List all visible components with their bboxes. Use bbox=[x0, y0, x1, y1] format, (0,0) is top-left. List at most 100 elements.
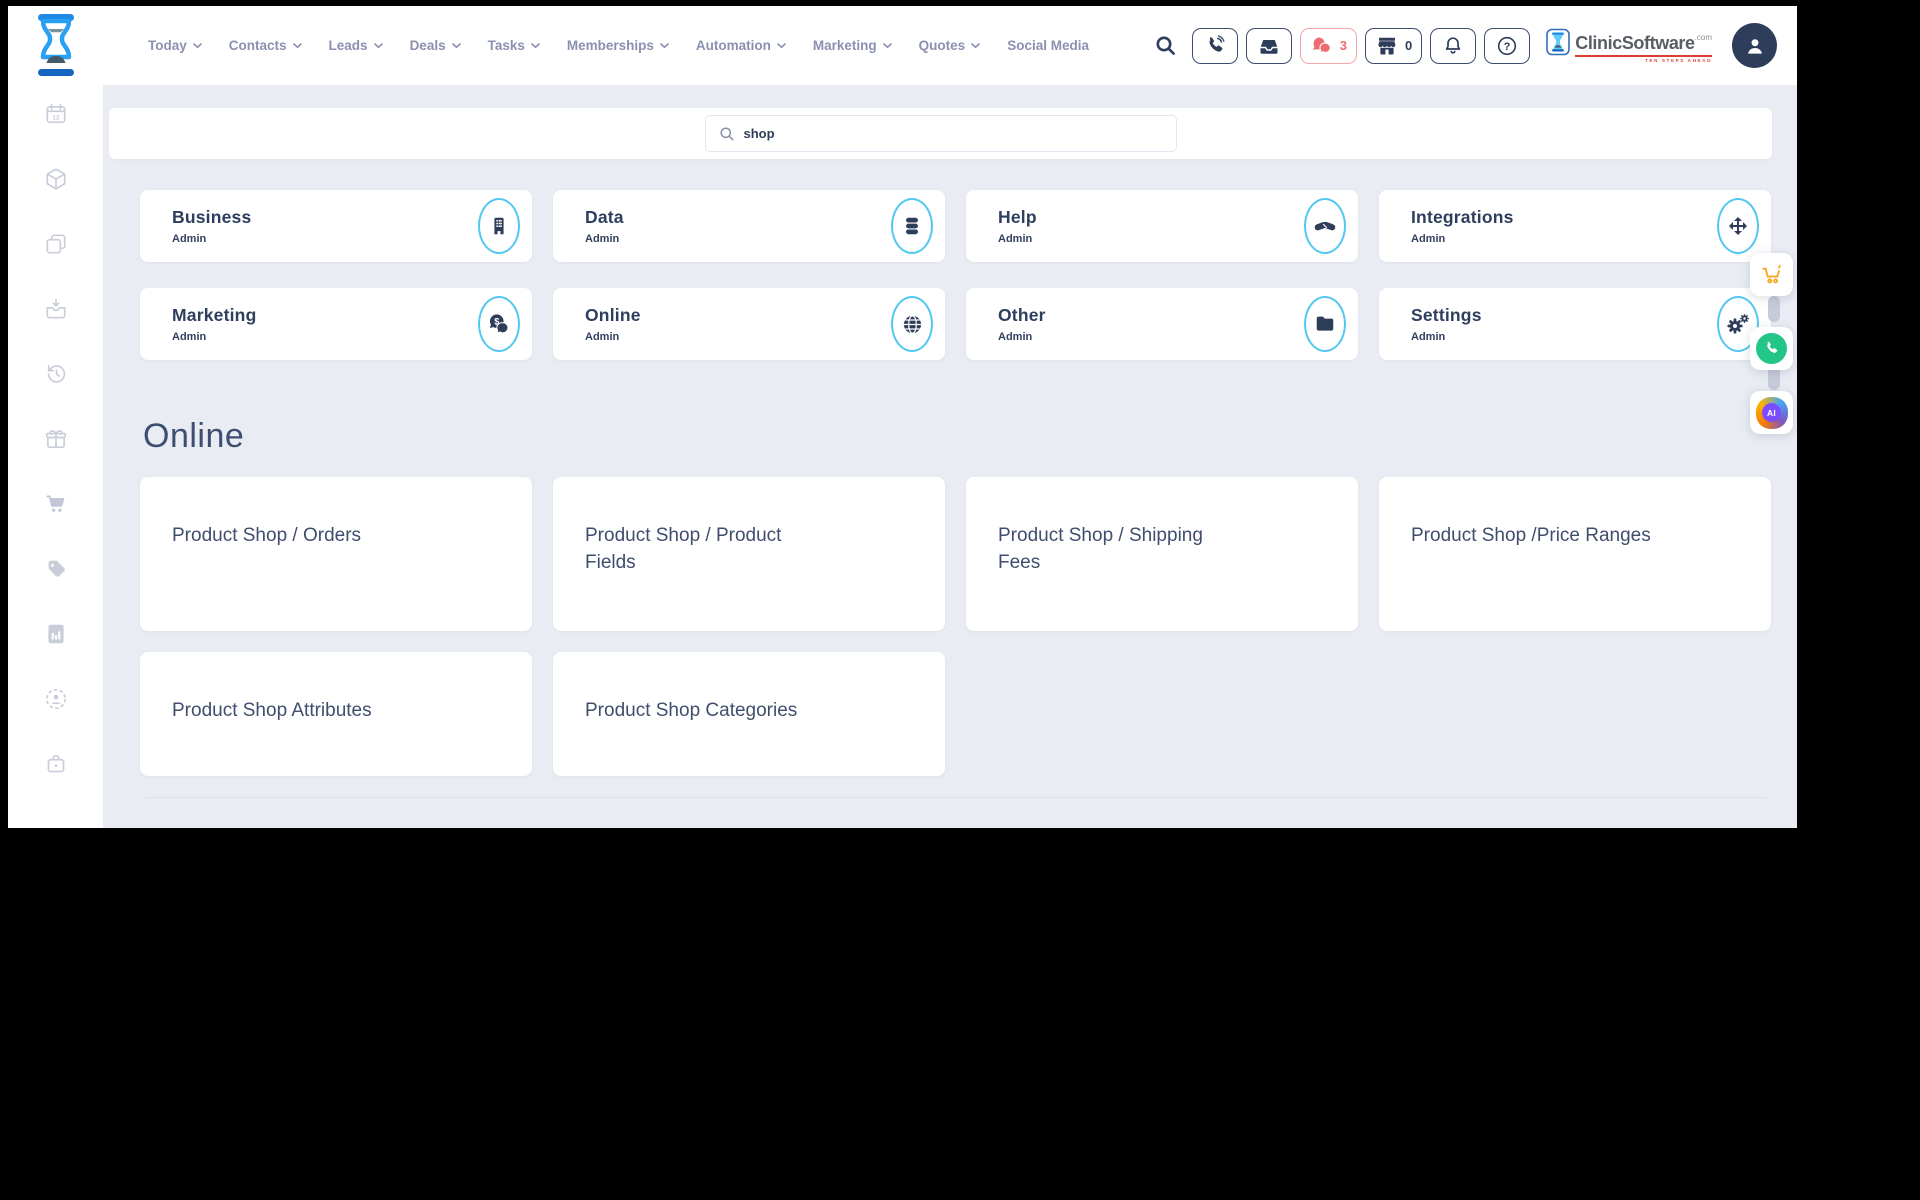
category-card-business[interactable]: BusinessAdmin bbox=[140, 190, 532, 262]
main-content: shop BusinessAdmin DataAdmin bbox=[103, 85, 1797, 828]
nav-label: Contacts bbox=[229, 38, 287, 53]
floating-ai-button[interactable]: AI bbox=[1750, 391, 1793, 434]
svg-text:12: 12 bbox=[52, 115, 60, 122]
package-icon[interactable] bbox=[43, 166, 69, 192]
header-actions: 3 0 ? ClinicSoftware.com TEN STEPS AHEAD bbox=[1154, 23, 1797, 68]
user-avatar[interactable] bbox=[1732, 23, 1777, 68]
card-title: Online bbox=[585, 305, 641, 326]
card-title: Settings bbox=[1411, 305, 1482, 326]
category-card-other[interactable]: OtherAdmin bbox=[966, 288, 1358, 360]
briefcase-icon[interactable] bbox=[43, 751, 69, 777]
price-tag-icon[interactable] bbox=[43, 556, 69, 582]
brand-text: ClinicSoftware.com TEN STEPS AHEAD bbox=[1575, 28, 1712, 64]
nav-item-today[interactable]: Today bbox=[148, 38, 202, 53]
store-button[interactable]: 0 bbox=[1365, 28, 1422, 64]
search-panel: shop bbox=[109, 108, 1772, 159]
store-badge: 0 bbox=[1405, 38, 1412, 53]
clinicsoftware-brand[interactable]: ClinicSoftware.com TEN STEPS AHEAD bbox=[1546, 28, 1712, 64]
chevron-down-icon bbox=[374, 43, 383, 49]
inbox-button[interactable] bbox=[1246, 28, 1292, 64]
report-icon[interactable] bbox=[43, 621, 69, 647]
ai-label: AI bbox=[1762, 403, 1781, 422]
help-button[interactable]: ? bbox=[1484, 28, 1530, 64]
nav-item-leads[interactable]: Leads bbox=[329, 38, 383, 53]
nav-item-quotes[interactable]: Quotes bbox=[919, 38, 981, 53]
card-product-shop-orders[interactable]: Product Shop / Orders bbox=[140, 477, 532, 631]
card-product-shop-product-fields[interactable]: Product Shop / Product Fields bbox=[553, 477, 945, 631]
card-title: Help bbox=[998, 207, 1037, 228]
globe-icon bbox=[891, 296, 933, 352]
category-grid: BusinessAdmin DataAdmin HelpAdmin bbox=[140, 190, 1771, 360]
account-icon[interactable] bbox=[43, 686, 69, 712]
nav-item-automation[interactable]: Automation bbox=[696, 38, 786, 53]
category-card-data[interactable]: DataAdmin bbox=[553, 190, 945, 262]
card-product-shop-categories[interactable]: Product Shop Categories bbox=[553, 652, 945, 776]
card-subtitle: Admin bbox=[1411, 331, 1482, 343]
clinicsoftware-app-window: Today Contacts Leads Deals Tasks Members… bbox=[8, 6, 1797, 828]
nav-label: Automation bbox=[696, 38, 771, 53]
category-card-marketing[interactable]: MarketingAdmin $ bbox=[140, 288, 532, 360]
phone-icon bbox=[1204, 35, 1226, 57]
notifications-button[interactable] bbox=[1430, 28, 1476, 64]
card-title: Data bbox=[585, 207, 624, 228]
chat-badge: 3 bbox=[1340, 38, 1347, 53]
card-product-shop-price-ranges[interactable]: Product Shop /Price Ranges bbox=[1379, 477, 1771, 631]
gift-icon[interactable] bbox=[43, 426, 69, 452]
card-product-shop-attributes[interactable]: Product Shop Attributes bbox=[140, 652, 532, 776]
brand-tld: .com bbox=[1695, 33, 1712, 42]
app-body: 12 bbox=[8, 85, 1797, 828]
chat-bubbles-icon bbox=[1310, 35, 1334, 57]
chevron-down-icon bbox=[531, 43, 540, 49]
card-subtitle: Admin bbox=[998, 331, 1046, 343]
card-title: Product Shop / Product Fields bbox=[585, 523, 820, 577]
card-subtitle: Admin bbox=[585, 331, 641, 343]
card-subtitle: Admin bbox=[998, 233, 1037, 245]
nav-item-deals[interactable]: Deals bbox=[410, 38, 461, 53]
chevron-down-icon bbox=[777, 43, 786, 49]
cart-icon[interactable] bbox=[43, 491, 69, 517]
brand-hourglass-icon bbox=[1546, 28, 1570, 61]
section-heading-online: Online bbox=[143, 417, 1797, 456]
nav-label: Marketing bbox=[813, 38, 877, 53]
card-subtitle: Admin bbox=[1411, 233, 1514, 245]
nav-item-tasks[interactable]: Tasks bbox=[488, 38, 540, 53]
calendar-icon[interactable]: 12 bbox=[43, 101, 69, 127]
svg-text:?: ? bbox=[1504, 41, 1511, 53]
category-card-settings[interactable]: Settings Admin bbox=[1379, 288, 1771, 360]
search-icon[interactable] bbox=[1154, 34, 1178, 58]
user-icon bbox=[1742, 33, 1768, 59]
bell-icon bbox=[1442, 35, 1464, 57]
nav-item-memberships[interactable]: Memberships bbox=[567, 38, 669, 53]
category-card-online[interactable]: Online Admin bbox=[553, 288, 945, 360]
scrollbar-segment[interactable] bbox=[1768, 296, 1780, 322]
nav-item-social-media[interactable]: Social Media bbox=[1007, 38, 1089, 53]
card-product-shop-shipping-fees[interactable]: Product Shop / Shipping Fees bbox=[966, 477, 1358, 631]
chevron-down-icon bbox=[193, 43, 202, 49]
section-divider bbox=[145, 797, 1767, 798]
search-input[interactable]: shop bbox=[705, 115, 1177, 152]
copies-icon[interactable] bbox=[43, 231, 69, 257]
nav-item-contacts[interactable]: Contacts bbox=[229, 38, 302, 53]
inbox-icon bbox=[1257, 35, 1281, 57]
category-card-help[interactable]: Help Admin bbox=[966, 190, 1358, 262]
inbox-box-icon[interactable] bbox=[43, 296, 69, 322]
phone-button[interactable] bbox=[1192, 28, 1238, 64]
app-logo[interactable] bbox=[8, 11, 103, 81]
chat-button[interactable]: 3 bbox=[1300, 28, 1357, 64]
database-icon bbox=[891, 198, 933, 254]
left-sidebar: 12 bbox=[8, 85, 103, 828]
nav-label: Social Media bbox=[1007, 38, 1089, 53]
card-title: Product Shop Categories bbox=[585, 698, 885, 725]
chevron-down-icon bbox=[452, 43, 461, 49]
chevron-down-icon bbox=[883, 43, 892, 49]
card-title: Business bbox=[172, 207, 251, 228]
card-title: Product Shop / Shipping Fees bbox=[998, 523, 1233, 577]
building-icon bbox=[478, 198, 520, 254]
history-icon[interactable] bbox=[43, 361, 69, 387]
floating-cart-button[interactable] bbox=[1750, 253, 1793, 296]
floating-whatsapp-button[interactable] bbox=[1750, 327, 1793, 370]
card-title: Integrations bbox=[1411, 207, 1514, 228]
product-grid-row2: Product Shop Attributes Product Shop Cat… bbox=[140, 652, 1771, 776]
nav-item-marketing[interactable]: Marketing bbox=[813, 38, 892, 53]
category-card-integrations[interactable]: Integrations Admin bbox=[1379, 190, 1771, 262]
